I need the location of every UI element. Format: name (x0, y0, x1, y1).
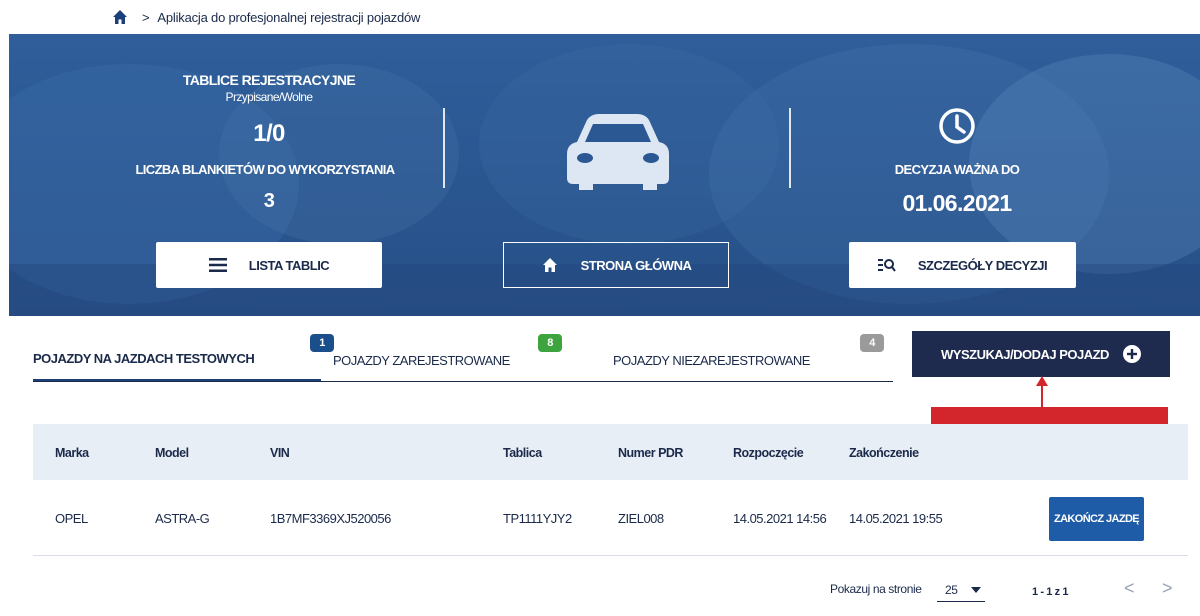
cell-marka: OPEL (55, 511, 88, 526)
table-row: OPEL ASTRA-G 1B7MF3369XJ520056 TP1111YJY… (33, 480, 1188, 556)
plates-value: 1/0 (253, 120, 285, 147)
plus-circle-icon (1122, 345, 1141, 363)
plates-title: TABLICE REJESTRACYJNE (182, 72, 356, 88)
tab-test-drives-label: POJAZDY NA JAZDACH TESTOWYCH (33, 351, 255, 366)
tab-unregistered-badge: 4 (860, 334, 884, 352)
tab-registered[interactable]: POJAZDY ZAREJESTROWANE 8 (333, 330, 593, 382)
tab-test-drives-badge: 1 (310, 334, 334, 352)
vehicle-tabs: POJAZDY NA JAZDACH TESTOWYCH 1 POJAZDY Z… (33, 330, 893, 382)
home-page-button[interactable]: STRONA GŁÓWNA (503, 242, 729, 288)
clock-icon (939, 108, 975, 144)
menu-icon (208, 258, 227, 272)
annotation-arrow-line (1041, 384, 1043, 408)
table-header: Marka Model VIN Tablica Numer PDR Rozpoc… (33, 424, 1188, 480)
home-icon (541, 257, 559, 273)
hero-divider-left (443, 108, 445, 188)
column-header-model[interactable]: Model (155, 446, 189, 460)
hero-divider-right (789, 108, 791, 188)
search-add-vehicle-button[interactable]: WYSZUKAJ/DODAJ POJAZD (912, 331, 1170, 377)
page-range: 1 - 1 z 1 (1032, 586, 1069, 598)
decision-details-label: SZCZEGÓŁY DECYZJI (917, 257, 1048, 273)
page-size-value: 25 (945, 582, 958, 597)
home-icon[interactable] (112, 9, 128, 25)
blanks-title: LICZBA BLANKIETÓW DO WYKORZYSTANIA (135, 162, 395, 177)
next-page-button[interactable]: > (1162, 578, 1173, 599)
column-header-start[interactable]: Rozpoczęcie (733, 446, 804, 460)
decision-value: 01.06.2021 (902, 190, 1012, 216)
plates-subtitle: Przypisane/Wolne (225, 90, 314, 104)
column-header-tablica[interactable]: Tablica (503, 446, 542, 460)
column-header-vin[interactable]: VIN (270, 446, 290, 460)
cell-start: 14.05.2021 14:56 (733, 511, 827, 526)
tab-registered-badge: 8 (538, 334, 562, 352)
hero-banner: TABLICE REJESTRACYJNE Przypisane/Wolne 1… (9, 34, 1200, 316)
cell-tablica: TP1111YJY2 (503, 511, 572, 526)
decision-title: DECYZJA WAŻNA DO (894, 162, 1020, 177)
tab-unregistered[interactable]: POJAZDY NIEZAREJESTROWANE 4 (613, 330, 893, 382)
cell-pdr: ZIEL008 (618, 511, 664, 526)
breadcrumb-current: Aplikacja do profesjonalnej rejestracji … (157, 9, 421, 25)
blanks-value: 3 (263, 190, 275, 212)
cell-model: ASTRA-G (155, 511, 210, 526)
column-header-end[interactable]: Zakończenie (849, 446, 919, 460)
tab-test-drives[interactable]: POJAZDY NA JAZDACH TESTOWYCH 1 (33, 330, 334, 381)
prev-page-button[interactable]: < (1124, 578, 1135, 599)
plates-list-label: LISTA TABLIC (248, 257, 330, 273)
breadcrumb: > Aplikacja do profesjonalnej rejestracj… (0, 0, 1200, 34)
decision-details-button[interactable]: SZCZEGÓŁY DECYZJI (849, 242, 1076, 288)
column-header-marka[interactable]: Marka (55, 446, 89, 460)
cell-end: 14.05.2021 19:55 (849, 511, 943, 526)
list-search-icon (877, 258, 896, 272)
home-page-label: STRONA GŁÓWNA (580, 257, 692, 273)
end-drive-button[interactable]: ZAKOŃCZ JAZDĘ (1049, 497, 1144, 541)
car-icon (567, 114, 669, 190)
cell-vin: 1B7MF3369XJ520056 (270, 511, 391, 526)
page-size-label: Pokazuj na stronie (830, 582, 922, 596)
column-header-pdr[interactable]: Numer PDR (618, 446, 683, 460)
tab-registered-label: POJAZDY ZAREJESTROWANE (333, 352, 510, 368)
search-add-vehicle-label: WYSZUKAJ/DODAJ POJAZD (941, 346, 1109, 362)
tab-unregistered-label: POJAZDY NIEZAREJESTROWANE (613, 352, 810, 368)
caret-down-icon (971, 586, 981, 593)
page-size-select[interactable]: 25 (937, 578, 985, 602)
plates-list-button[interactable]: LISTA TABLIC (156, 242, 382, 288)
breadcrumb-separator: > (142, 9, 150, 25)
